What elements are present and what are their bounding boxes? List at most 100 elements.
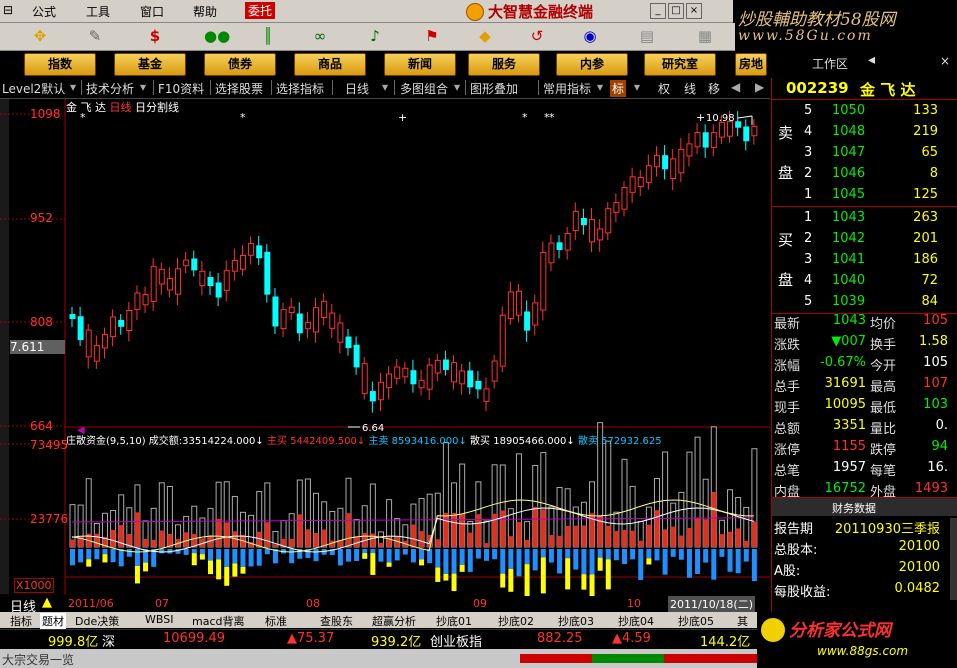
line-toggle[interactable]: 线 — [684, 80, 696, 97]
workspace-close-icon[interactable]: × — [940, 54, 950, 68]
indicator-tab[interactable]: 其 — [737, 613, 748, 629]
event-marker-icon[interactable]: * — [549, 111, 555, 124]
indicator-tab[interactable]: WBSI — [145, 613, 173, 626]
indicator-tab[interactable]: 超赢分析 — [372, 613, 416, 629]
move-icon[interactable]: ✥ — [30, 27, 50, 45]
rights-toggle[interactable]: 权 — [658, 80, 670, 97]
finance-scrollbar[interactable] — [950, 518, 957, 600]
workspace-collapse-icon[interactable]: ◂ — [868, 52, 875, 68]
workspace-label[interactable]: 工作区 — [812, 55, 848, 72]
nav-right-icon[interactable]: ▶ — [755, 80, 764, 94]
select-stock[interactable]: 选择股票 — [215, 80, 263, 97]
event-marker-icon[interactable]: + — [696, 111, 705, 124]
asks-row[interactable]: 3 1047 65 — [772, 144, 952, 165]
indicator-icon[interactable]: ●● — [204, 27, 230, 45]
menu-formula[interactable]: 公式 — [32, 3, 56, 20]
bids-row[interactable]: 3 1041 186 — [772, 251, 952, 272]
nav-index[interactable]: 指数 — [24, 53, 96, 76]
bids-row[interactable]: 1 1043 263 — [772, 209, 952, 230]
asks-row[interactable]: 4 1048 219 — [772, 123, 952, 144]
bids-row[interactable]: 4 1040 72 — [772, 272, 952, 293]
main-buy-bar — [110, 529, 116, 547]
footer-text[interactable]: 大宗交易一览 — [2, 651, 74, 668]
level2-selector[interactable]: Level2默认 — [2, 80, 65, 97]
mark-toggle[interactable]: 标 — [610, 80, 627, 97]
notes-icon[interactable]: ▤ — [637, 27, 657, 45]
globe-icon[interactable]: ◉ — [580, 27, 600, 45]
menu-window[interactable]: 窗口 — [140, 3, 164, 20]
period-up-icon[interactable]: ▲ — [42, 595, 52, 610]
tech-analysis[interactable]: 技术分析 — [86, 80, 134, 97]
close-button[interactable]: × — [686, 3, 702, 19]
nav-insider[interactable]: 内参 — [556, 53, 628, 76]
maximize-button[interactable]: □ — [668, 3, 684, 19]
window-icon[interactable]: ⊟ — [3, 3, 13, 17]
asks-row[interactable]: 5 1050 133 — [772, 102, 952, 123]
common-indicators[interactable]: 常用指标 — [543, 80, 591, 97]
candle-body — [345, 336, 352, 349]
nav-research[interactable]: 研究室 — [644, 53, 716, 76]
bids-row[interactable]: 5 1039 84 — [772, 293, 952, 314]
nav-service[interactable]: 服务 — [468, 53, 540, 76]
main-buy-bar — [159, 530, 165, 547]
indicator-tab[interactable]: 抄底05 — [678, 613, 714, 629]
asks-row[interactable]: 1 1045 125 — [772, 186, 952, 207]
asks-row[interactable]: 2 1046 8 — [772, 165, 952, 186]
event-marker-icon[interactable]: * — [522, 111, 528, 124]
chart-overlay[interactable]: 图形叠加 — [470, 80, 518, 97]
select-indicator[interactable]: 选择指标 — [276, 80, 324, 97]
tech-dropdown-icon[interactable]: ▾ — [140, 80, 146, 94]
indicator-tab[interactable]: 标准 — [265, 613, 287, 629]
nav-news[interactable]: 新闻 — [384, 53, 456, 76]
retail-bar — [597, 557, 603, 571]
mark-dropdown-icon[interactable]: ▾ — [634, 80, 640, 94]
multi-chart-dropdown-icon[interactable]: ▾ — [454, 80, 460, 94]
main-sell-bar — [719, 549, 725, 557]
event-marker-icon[interactable]: + — [398, 111, 407, 124]
window-list-icon[interactable]: ▦ — [695, 27, 715, 45]
minimize-button[interactable]: _ — [650, 3, 666, 19]
menu-tools[interactable]: 工具 — [86, 3, 110, 20]
bell-icon[interactable]: ♪ — [365, 27, 385, 45]
event-marker-icon[interactable]: * — [240, 111, 246, 124]
dollar-icon[interactable]: $ — [145, 27, 165, 45]
indicator-tab[interactable]: 抄底01 — [436, 613, 472, 629]
flag-icon[interactable]: ⚑ — [422, 27, 442, 45]
menu-trade[interactable]: 委托 — [245, 2, 276, 19]
common-indicators-dropdown-icon[interactable]: ▾ — [597, 80, 603, 94]
indicator-tab[interactable]: 抄底03 — [558, 613, 594, 629]
period-dropdown-icon[interactable]: ▾ — [382, 80, 388, 94]
indicator-tab[interactable]: 题材 — [40, 613, 66, 629]
move-toggle[interactable]: 移 — [708, 80, 720, 97]
main-sell-bar — [573, 549, 579, 570]
candle-body — [483, 388, 490, 402]
bars-icon[interactable]: ║ — [258, 27, 278, 45]
multi-chart[interactable]: 多图组合 — [400, 80, 448, 97]
menu-help[interactable]: 帮助 — [193, 3, 217, 20]
indicator-tab[interactable]: 查股东 — [320, 613, 353, 629]
nav-fund[interactable]: 基金 — [114, 53, 186, 76]
retail-bar — [370, 553, 376, 575]
nav-commodity[interactable]: 商品 — [294, 53, 366, 76]
nav-bond[interactable]: 债券 — [204, 53, 276, 76]
refresh-icon[interactable]: ↺ — [527, 27, 547, 45]
f10-info[interactable]: F10资料 — [158, 80, 204, 97]
time-label-aug: 08 — [306, 597, 320, 610]
level2-dropdown-icon[interactable]: ▾ — [70, 80, 76, 94]
candle-body — [556, 242, 563, 250]
nav-realestate[interactable]: 房地产 — [735, 53, 767, 76]
ruler-icon[interactable]: ✎ — [85, 27, 105, 45]
binoculars-icon[interactable]: ∞ — [310, 27, 330, 45]
market-status-value: 144.2亿 — [700, 635, 751, 650]
nav-left-icon[interactable]: ◀ — [731, 80, 740, 94]
period-daily[interactable]: 日线 — [345, 80, 369, 97]
bids-row[interactable]: 2 1042 201 — [772, 230, 952, 251]
main-sell-bar — [638, 549, 644, 581]
diamond-icon[interactable]: ◆ — [475, 27, 495, 45]
indicator-tab[interactable]: 抄底04 — [618, 613, 654, 629]
indicator-tab[interactable]: 抄底02 — [498, 613, 534, 629]
main-buy-bar — [451, 512, 457, 547]
indicator-tab[interactable]: macd背离 — [192, 613, 245, 629]
indicator-tab[interactable]: Dde决策 — [75, 613, 119, 629]
indicator-tab[interactable]: 指标 — [10, 613, 32, 629]
